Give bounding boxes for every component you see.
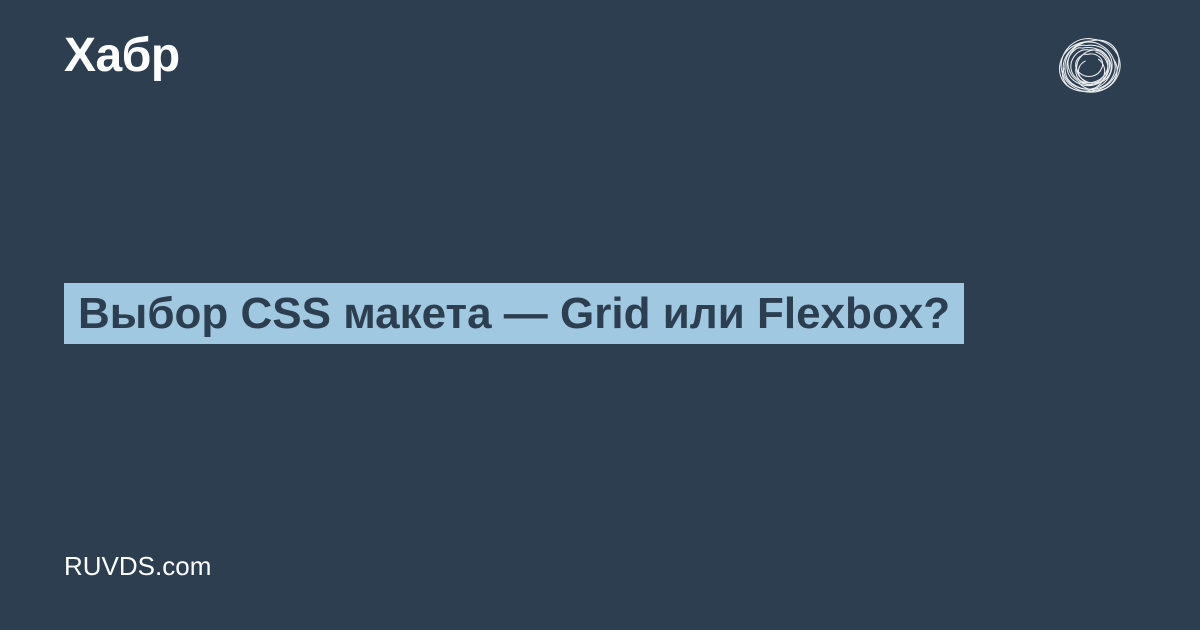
site-logo: Хабр (64, 28, 180, 83)
header: Хабр (64, 28, 1136, 118)
author-label: RUVDS.com (64, 551, 211, 582)
scribble-icon (1046, 23, 1136, 113)
article-title: Выбор CSS макета — Grid или Flexbox? (64, 283, 964, 344)
footer: RUVDS.com (64, 551, 211, 582)
title-container: Выбор CSS макета — Grid или Flexbox? (64, 280, 1136, 348)
